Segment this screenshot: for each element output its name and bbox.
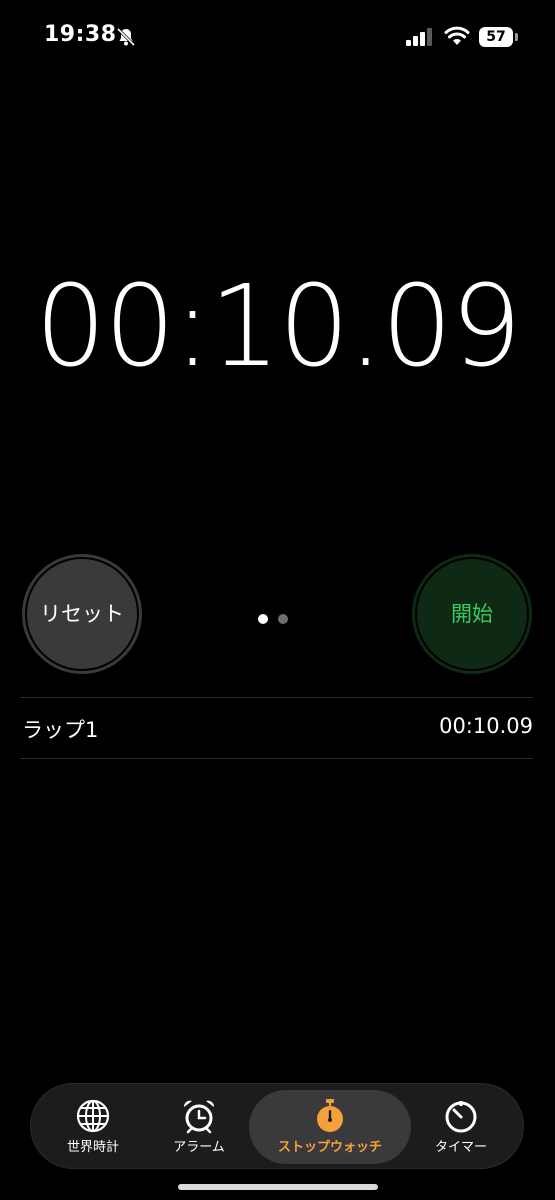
tab-alarm[interactable]: アラーム [143, 1090, 255, 1164]
wifi-icon [444, 26, 470, 45]
tab-label-timer: タイマー [434, 1140, 487, 1155]
home-indicator[interactable] [178, 1184, 378, 1190]
stopwatch-icon [317, 1099, 343, 1132]
status-time: 19:38 [44, 22, 117, 47]
cellular-signal-icon [406, 28, 432, 46]
tab-stopwatch[interactable]: ストップウォッチ [249, 1090, 411, 1164]
battery-level: 57 [479, 27, 513, 47]
globe-icon [76, 1099, 110, 1133]
battery-indicator: 57 [479, 27, 519, 47]
page-indicator[interactable] [258, 609, 298, 628]
battery-tip [515, 33, 518, 41]
reset-button-label: リセット [40, 602, 124, 626]
lap-time: 00:10.09 [439, 714, 533, 738]
start-button[interactable]: 開始 [412, 554, 532, 674]
tab-world-clock[interactable]: 世界時計 [37, 1090, 149, 1164]
tab-label-alarm: アラーム [173, 1140, 225, 1155]
start-button-label: 開始 [451, 602, 493, 626]
alarm-clock-icon [183, 1100, 215, 1134]
tab-bar: 世界時計 アラーム ストップウォッチ タイマー [30, 1083, 524, 1169]
reset-button[interactable]: リセット [22, 554, 142, 674]
lap-name: ラップ1 [22, 718, 99, 742]
lap-row: ラップ1 00:10.09 [20, 698, 533, 758]
lap-row-divider [20, 758, 533, 759]
tab-timer[interactable]: タイマー [405, 1090, 517, 1164]
stopwatch-display: 00:10.09 [35, 262, 522, 392]
page-dot-2 [278, 614, 288, 624]
tab-label-world-clock: 世界時計 [66, 1140, 119, 1155]
bell-slash-icon [116, 27, 136, 47]
tab-label-stopwatch: ストップウォッチ [277, 1140, 382, 1155]
page-dot-1 [258, 614, 268, 624]
timer-icon [445, 1101, 477, 1133]
